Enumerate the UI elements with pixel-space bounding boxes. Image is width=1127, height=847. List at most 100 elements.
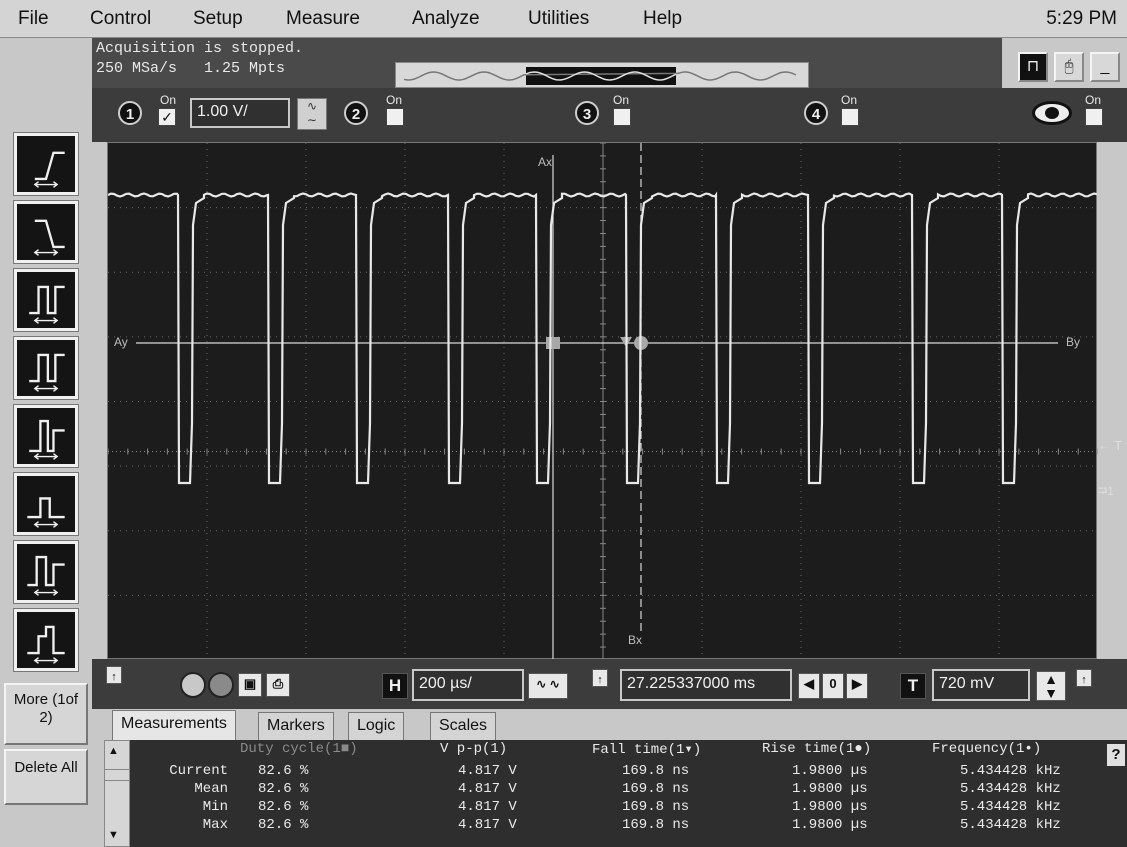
channel-1-scale[interactable]: 1.00 V/: [190, 98, 290, 128]
delay-reset-button[interactable]: 0: [822, 673, 844, 699]
channel-2-checkbox[interactable]: [386, 108, 404, 126]
marker-by-label: By: [1066, 335, 1081, 349]
scroll-thumb[interactable]: [105, 769, 129, 781]
waveform-display[interactable]: Ax Bx Ay By: [107, 142, 1098, 660]
channel-1-on-label: On: [160, 93, 177, 107]
menu-utilities[interactable]: Utilities: [528, 8, 589, 30]
delay-left-icon[interactable]: ◀: [798, 673, 820, 699]
delay-right-icon[interactable]: ▶: [846, 673, 868, 699]
menu-bar: File Control Setup Measure Analyze Utili…: [0, 0, 1127, 38]
menu-setup[interactable]: Setup: [193, 8, 243, 30]
acquisition-rate: 250 MSa/s 1.25 Mpts: [96, 60, 285, 77]
timebase-field[interactable]: 200 µs/: [412, 669, 524, 701]
math-on-label: On: [1085, 93, 1102, 107]
measurement-value: 5.434428 kHz: [960, 817, 1061, 833]
glitch-icon[interactable]: [13, 404, 79, 468]
scroll-down-arrow-icon[interactable]: ▼: [108, 829, 119, 841]
tab-row: [92, 709, 1127, 739]
channel-3-icon[interactable]: 3: [575, 101, 599, 125]
delay-field[interactable]: 27.225337000 ms: [620, 669, 792, 701]
delete-all-button[interactable]: Delete All: [4, 749, 88, 805]
measurement-value: 4.817 V: [458, 763, 517, 779]
more-button-label: More (1of 2): [13, 691, 79, 726]
header-vpp: V p-p(1): [440, 741, 508, 757]
help-button[interactable]: ?: [1107, 744, 1125, 766]
menu-file[interactable]: File: [18, 8, 49, 30]
tab-markers[interactable]: Markers: [258, 712, 334, 740]
trigger-level-marker: ← T: [1098, 438, 1123, 453]
header-rise-time: Rise time(1●): [762, 741, 872, 757]
tab-scales[interactable]: Scales: [430, 712, 497, 740]
runt-icon[interactable]: [13, 472, 79, 536]
measurement-value: 4.817 V: [458, 781, 517, 797]
marker-ax-label: Ax: [538, 155, 553, 169]
channel-4-on-label: On: [841, 93, 858, 107]
channel-2-icon[interactable]: 2: [344, 101, 368, 125]
channel-4-checkbox[interactable]: [841, 108, 859, 126]
save-screen-icon[interactable]: ▣: [238, 673, 262, 697]
measurement-value: 169.8 ns: [622, 763, 690, 779]
clock: 5:29 PM: [1046, 8, 1117, 29]
delete-all-button-label: Delete All: [14, 759, 78, 776]
measurement-row-label: Current: [169, 763, 228, 779]
channel-1-checkbox[interactable]: ✓: [158, 108, 176, 126]
timeout-icon[interactable]: [13, 540, 79, 604]
pattern-icon[interactable]: [13, 608, 79, 672]
coupling-toggle-button[interactable]: ∿ ∼: [297, 98, 327, 130]
marker-bx-label: Bx: [628, 633, 643, 647]
measurement-value: 82.6 %: [258, 763, 309, 779]
measurement-value: 1.9800 µs: [792, 781, 868, 797]
measurement-value: 169.8 ns: [622, 799, 690, 815]
measurement-value: 1.9800 µs: [792, 817, 868, 833]
waveform-svg: [108, 143, 1098, 660]
trigger-ref-up-icon[interactable]: ↑: [1076, 669, 1092, 687]
scroll-up-icon[interactable]: ↑: [106, 666, 122, 684]
measurement-value: 1.9800 µs: [792, 799, 868, 815]
header-duty-cycle: Duty cycle(1■): [240, 741, 358, 757]
tab-logic[interactable]: Logic: [348, 712, 405, 740]
measurement-value: 1.9800 µs: [792, 763, 868, 779]
timebase-mode-icon[interactable]: ∿ ∿: [528, 673, 568, 699]
more-button[interactable]: More (1of 2): [4, 683, 88, 745]
menu-control[interactable]: Control: [90, 8, 151, 30]
trigger-channel-number: 1: [1107, 484, 1114, 498]
menu-measure[interactable]: Measure: [286, 8, 360, 30]
measurements-scrollbar[interactable]: ▲ ▼: [104, 740, 130, 847]
mouse-mode-icon[interactable]: 🖰: [1054, 52, 1084, 82]
waveform-overview[interactable]: [395, 62, 809, 88]
measurement-value: 82.6 %: [258, 781, 309, 797]
run-icon[interactable]: [208, 672, 234, 698]
print-icon[interactable]: ⎙: [266, 673, 290, 697]
stop-icon[interactable]: [180, 672, 206, 698]
measurement-value: 5.434428 kHz: [960, 799, 1061, 815]
overview-waveform-icon: [403, 67, 797, 85]
pulse-width-icon[interactable]: [13, 268, 79, 332]
trigger-level-spinner-icon[interactable]: ▲ ▼: [1036, 671, 1066, 701]
math-checkbox[interactable]: [1085, 108, 1103, 126]
scope-mode-icon[interactable]: ⊓: [1018, 52, 1048, 82]
marker-ay-label: Ay: [114, 335, 128, 349]
channel-3-checkbox[interactable]: [613, 108, 631, 126]
math-function-icon[interactable]: [1032, 101, 1072, 125]
measurement-value: 82.6 %: [258, 817, 309, 833]
measurement-row-label: Min: [202, 799, 228, 815]
tab-measurements[interactable]: Measurements: [112, 710, 236, 740]
acquisition-status: Acquisition is stopped.: [96, 40, 304, 57]
channel-1-icon[interactable]: 1: [118, 101, 142, 125]
menu-analyze[interactable]: Analyze: [412, 8, 480, 30]
falling-edge-icon[interactable]: [13, 200, 79, 264]
channel-4-icon[interactable]: 4: [804, 101, 828, 125]
trigger-level-field[interactable]: 720 mV: [932, 669, 1030, 701]
delay-ref-up-icon[interactable]: ↑: [592, 669, 608, 687]
channel-3-on-label: On: [613, 93, 630, 107]
horizontal-icon[interactable]: H: [382, 673, 408, 699]
trigger-icon[interactable]: T: [900, 673, 926, 699]
measurement-row-label: Mean: [194, 781, 228, 797]
scroll-up-arrow-icon[interactable]: ▲: [108, 745, 119, 757]
rising-edge-icon[interactable]: [13, 132, 79, 196]
window-controls: ⊓ 🖰 _: [1010, 44, 1127, 88]
memory-depth: 1.25 Mpts: [204, 60, 286, 77]
menu-help[interactable]: Help: [643, 8, 682, 30]
minimize-icon[interactable]: _: [1090, 52, 1120, 82]
pulse-width-ratio-icon[interactable]: [13, 336, 79, 400]
